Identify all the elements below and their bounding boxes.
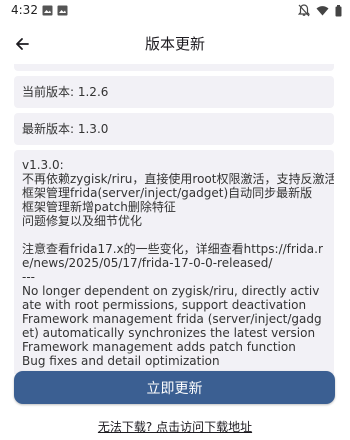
note-line: 框架管理新增patch删除特征 bbox=[22, 200, 176, 214]
note-line: 注意查看frida17.x的一些变化，详细查看https://frida.re/… bbox=[22, 242, 323, 270]
note-line: 框架管理frida(server/inject/gadget)自动同步最新版 bbox=[22, 186, 313, 200]
update-now-button[interactable]: 立即更新 bbox=[14, 371, 335, 404]
page-title: 版本更新 bbox=[144, 35, 205, 53]
app-bar: 版本更新 bbox=[0, 24, 350, 64]
release-notes-card: v1.3.0: 不再依赖zygisk/riru，直接使用root权限激活，支持反… bbox=[14, 150, 334, 374]
note-line: Bug fixes and detail optimization bbox=[22, 354, 220, 368]
note-line: 不再依赖zygisk/riru，直接使用root权限激活，支持反激活 bbox=[22, 172, 334, 186]
download-link[interactable]: 无法下载? 点击访问下载地址 bbox=[0, 418, 350, 435]
note-line: No longer dependent on zygisk/riru, dire… bbox=[22, 284, 320, 312]
image-icon bbox=[57, 5, 68, 16]
battery-icon bbox=[335, 4, 342, 16]
status-time: 4:32 bbox=[11, 3, 38, 17]
current-version-card: 当前版本: 1.2.6 bbox=[14, 76, 334, 108]
photo-icon bbox=[42, 5, 53, 16]
note-separator: --- bbox=[22, 270, 35, 284]
note-line: 问题修复以及细节优化 bbox=[22, 214, 143, 228]
scroll-content[interactable]: 当前版本: 1.2.6 最新版本: 1.3.0 v1.3.0: 不再依赖zygi… bbox=[0, 64, 350, 374]
notifications-off-icon bbox=[298, 4, 310, 17]
note-line: Framework management frida (server/injec… bbox=[22, 312, 322, 340]
top-card-fragment bbox=[14, 64, 334, 71]
status-left-icons bbox=[42, 5, 68, 16]
status-bar: 4:32 bbox=[0, 0, 350, 24]
note-line: Framework management adds patch function bbox=[22, 340, 296, 354]
latest-version-card: 最新版本: 1.3.0 bbox=[14, 113, 334, 145]
wifi-icon bbox=[316, 6, 329, 16]
note-line: v1.3.0: bbox=[22, 158, 64, 172]
note-blank-line bbox=[22, 228, 326, 242]
status-right-icons bbox=[298, 4, 342, 17]
